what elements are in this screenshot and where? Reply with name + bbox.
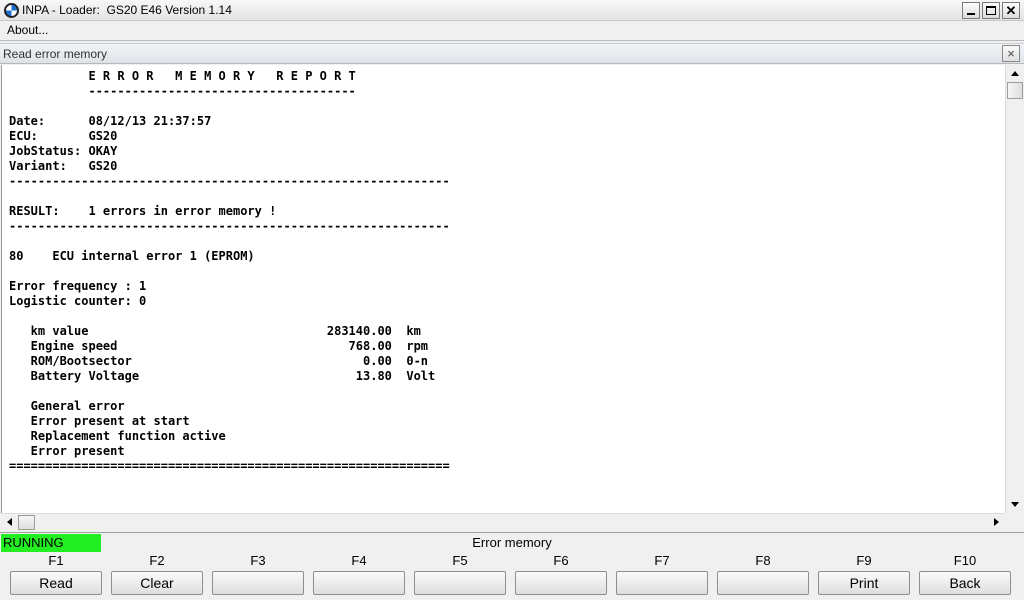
report-line: Error frequency : 1: [9, 279, 147, 293]
fkey-button-f3[interactable]: [212, 571, 304, 595]
fkey-label-f7: F7: [654, 553, 670, 568]
horizontal-scroll-thumb[interactable]: [18, 515, 35, 530]
scroll-left-button[interactable]: [1, 514, 18, 531]
subwindow-title: Read error memory: [3, 47, 108, 61]
scroll-right-button[interactable]: [988, 514, 1005, 531]
report-line: ECU: GS20: [9, 129, 118, 143]
menu-bar: About...: [0, 21, 1024, 41]
report-line: Engine speed 768.00 rpm: [9, 339, 429, 353]
status-bar: RUNNING Error memory: [0, 532, 1024, 552]
arrow-left-icon: [7, 518, 12, 526]
fkey-button-f7[interactable]: [616, 571, 708, 595]
report-line: Logistic counter: 0: [9, 294, 147, 308]
title-bar: INPA - Loader: GS20 E46 Version 1.14 ✕: [0, 0, 1024, 21]
arrow-right-icon: [994, 518, 999, 526]
subwindow-close-button[interactable]: ×: [1002, 45, 1020, 62]
fkey-button-f5[interactable]: [414, 571, 506, 595]
fkey-label-f10: F10: [953, 553, 977, 568]
menu-about[interactable]: About...: [7, 23, 48, 37]
report-line: ========================================…: [9, 459, 450, 473]
fkey-button-f8[interactable]: [717, 571, 809, 595]
fkey-button-f6[interactable]: [515, 571, 607, 595]
report-line: -------------------------------------: [9, 84, 356, 98]
fkey-label-f3: F3: [250, 553, 266, 568]
inpa-window: INPA - Loader: GS20 E46 Version 1.14 ✕ A…: [0, 0, 1024, 600]
scroll-corner: [1005, 513, 1023, 530]
fkey-button-f2[interactable]: Clear: [111, 571, 203, 595]
function-key-bar: F1 Read F2 Clear F3 F4 F5 F6 F7 F8 F9 Print F10 Back: [0, 552, 1024, 600]
maximize-icon: [986, 6, 996, 15]
maximize-button[interactable]: [982, 2, 1000, 19]
report-line: General error: [9, 399, 125, 413]
arrow-down-icon: [1011, 502, 1019, 507]
close-icon: ×: [1007, 46, 1015, 61]
fkey-label-f6: F6: [553, 553, 569, 568]
fkey-label-f5: F5: [452, 553, 468, 568]
report-line: JobStatus: OKAY: [9, 144, 118, 158]
vertical-scroll-thumb[interactable]: [1007, 82, 1023, 99]
subwindow-header: Read error memory ×: [0, 43, 1024, 64]
arrow-up-icon: [1011, 71, 1019, 76]
minimize-button[interactable]: [962, 2, 980, 19]
scroll-down-button[interactable]: [1006, 496, 1024, 513]
report-line: ----------------------------------------…: [9, 174, 450, 188]
fkey-button-f4[interactable]: [313, 571, 405, 595]
report-line: Error present at start: [9, 414, 190, 428]
close-button[interactable]: ✕: [1002, 2, 1020, 19]
minimize-icon: [967, 13, 975, 15]
scroll-up-button[interactable]: [1006, 65, 1024, 82]
error-report-area[interactable]: E R R O R M E M O R Y R E P O R T ------…: [1, 65, 1005, 513]
window-title: INPA - Loader: GS20 E46 Version 1.14: [22, 3, 232, 17]
fkey-label-f4: F4: [351, 553, 367, 568]
fkey-button-f9[interactable]: Print: [818, 571, 910, 595]
close-icon: ✕: [1005, 3, 1017, 18]
fkey-label-f9: F9: [856, 553, 872, 568]
horizontal-scrollbar[interactable]: [1, 513, 1005, 530]
fkey-button-f1[interactable]: Read: [10, 571, 102, 595]
fkey-label-f1: F1: [48, 553, 64, 568]
fkey-button-f10[interactable]: Back: [919, 571, 1011, 595]
bmw-logo-icon: [4, 3, 19, 18]
report-line: ----------------------------------------…: [9, 219, 450, 233]
vertical-scrollbar[interactable]: [1005, 65, 1024, 513]
report-line: Variant: GS20: [9, 159, 118, 173]
report-line: E R R O R M E M O R Y R E P O R T: [9, 69, 356, 83]
status-badge: RUNNING: [1, 534, 101, 552]
report-line: 80 ECU internal error 1 (EPROM): [9, 249, 255, 263]
fkey-label-f2: F2: [149, 553, 165, 568]
report-line: Battery Voltage 13.80 Volt: [9, 369, 436, 383]
report-line: Error present: [9, 444, 125, 458]
report-line: Date: 08/12/13 21:37:57: [9, 114, 212, 128]
report-line: ROM/Bootsector 0.00 0-n: [9, 354, 429, 368]
fkey-label-f8: F8: [755, 553, 771, 568]
report-line: Replacement function active: [9, 429, 226, 443]
screen-title: Error memory: [472, 535, 552, 550]
report-line: RESULT: 1 errors in error memory !: [9, 204, 277, 218]
report-line: km value 283140.00 km: [9, 324, 421, 338]
